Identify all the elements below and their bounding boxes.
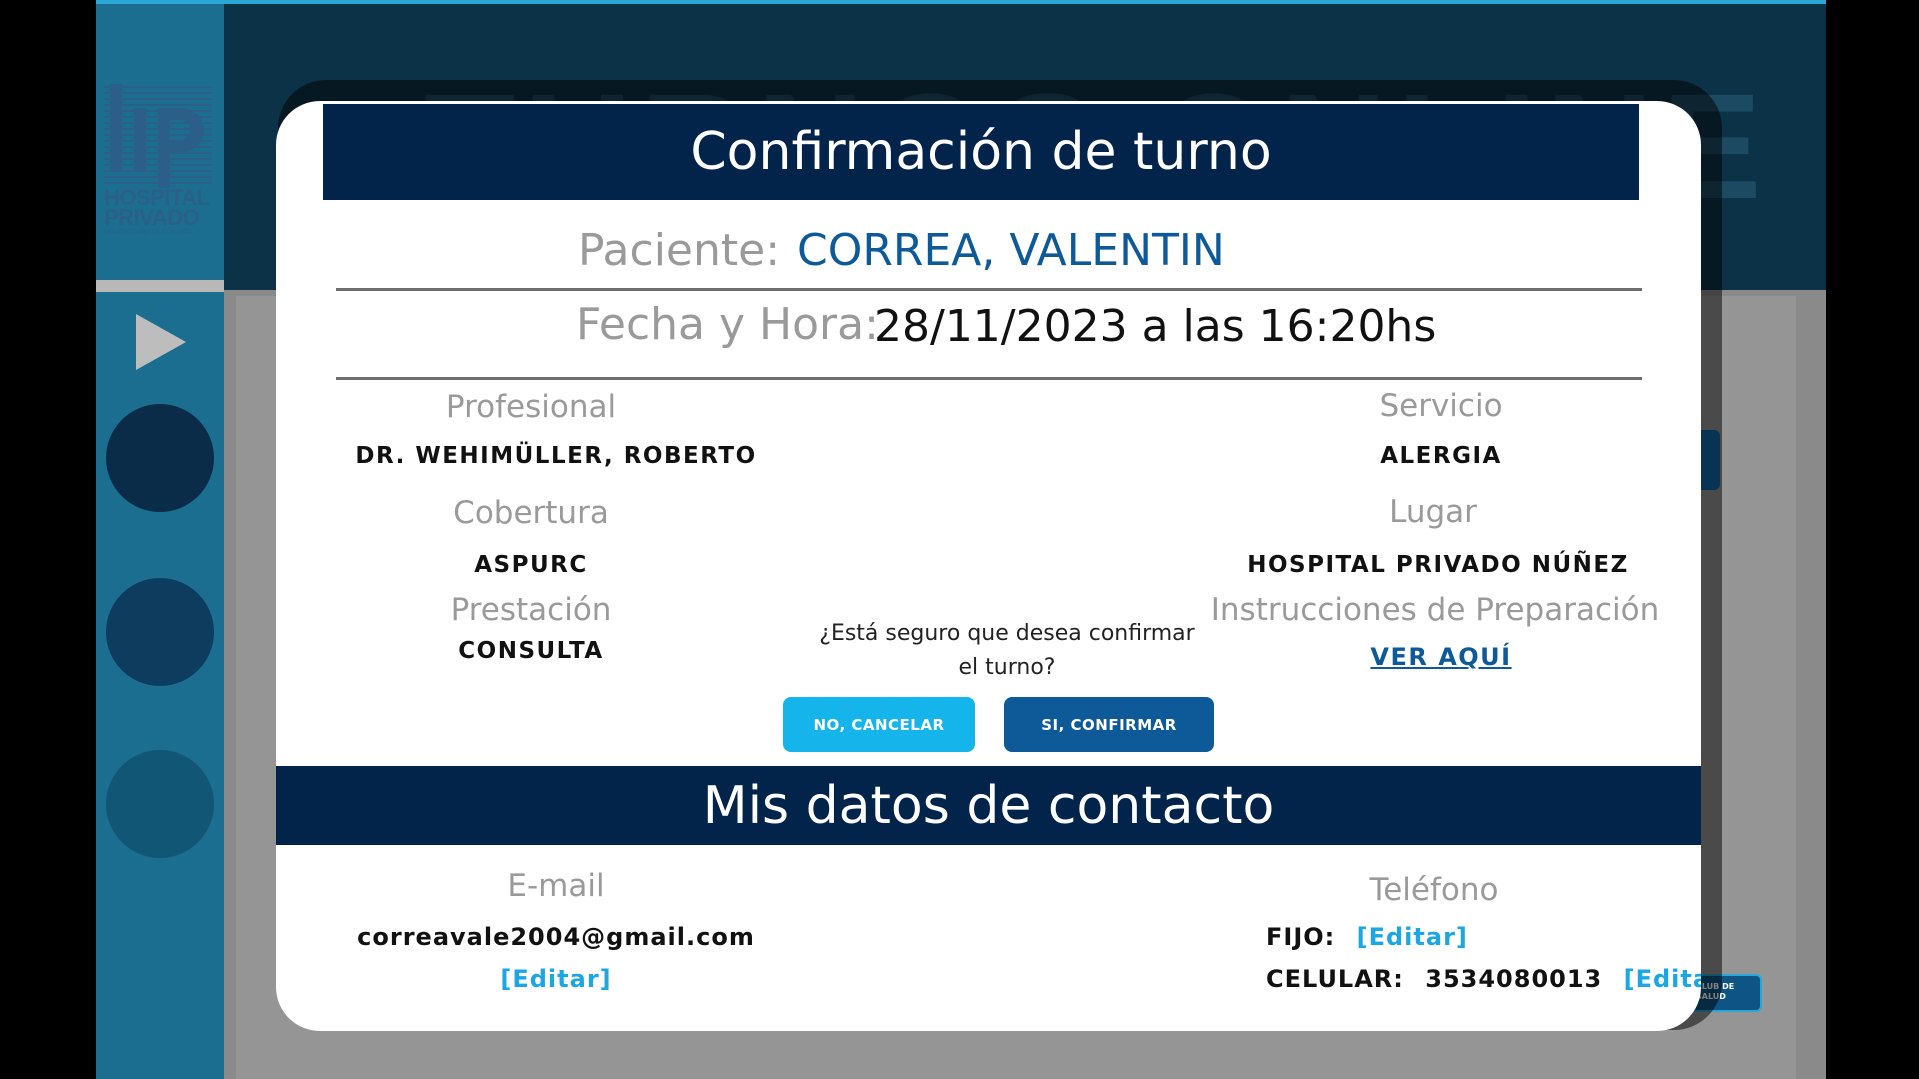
hp-logo-icon	[104, 84, 212, 188]
prestacion-value: CONSULTA	[458, 638, 604, 664]
hospital-logo: HOSPITAL PRIVADO UNIVERSITARIO DE CÓRDOB…	[104, 84, 216, 244]
servicio-value: ALERGIA	[1380, 443, 1502, 469]
divider	[336, 377, 1642, 380]
modal-title: Confirmación de turno	[323, 104, 1639, 200]
datetime-value: 28/11/2023 a las 16:20hs	[874, 301, 1437, 352]
sidebar: HOSPITAL PRIVADO UNIVERSITARIO DE CÓRDOB…	[96, 0, 224, 1079]
divider	[336, 288, 1642, 291]
instrucciones-label: Instrucciones de Preparación	[1210, 592, 1660, 628]
confirm-button[interactable]: SI, CONFIRMAR	[1004, 697, 1214, 752]
edit-celular-link[interactable]: [Editar]	[1624, 965, 1701, 993]
cancel-button[interactable]: NO, CANCELAR	[783, 697, 975, 752]
cobertura-value: ASPURC	[474, 552, 588, 578]
lugar-value: HOSPITAL PRIVADO NÚÑEZ	[1247, 552, 1629, 578]
cobertura-label: Cobertura	[453, 495, 609, 531]
servicio-label: Servicio	[1379, 388, 1503, 424]
profesional-value: DR. WEHIMÜLLER, ROBERTO	[355, 443, 757, 469]
fijo-row: FIJO: [Editar]	[1266, 923, 1468, 951]
celular-label: CELULAR:	[1266, 965, 1404, 993]
edit-email-link[interactable]: [Editar]	[500, 965, 611, 993]
fijo-label: FIJO:	[1266, 923, 1336, 951]
profesional-label: Profesional	[445, 389, 617, 425]
confirmation-modal: Confirmación de turno Paciente: CORREA, …	[276, 101, 1701, 1031]
contact-section-title: Mis datos de contacto	[276, 766, 1701, 845]
edit-fijo-link[interactable]: [Editar]	[1357, 923, 1468, 951]
datetime-label: Fecha y Hora:	[576, 299, 879, 350]
confirm-question: ¿Está seguro que desea confirmar el turn…	[819, 621, 1195, 680]
sidebar-circle-button-2[interactable]	[106, 578, 214, 686]
ver-aqui-link[interactable]: VER AQUÍ	[1370, 643, 1511, 671]
phone-label: Teléfono	[1369, 872, 1499, 908]
patient-label: Paciente:	[578, 225, 781, 276]
celular-value: 3534080013	[1425, 965, 1603, 993]
patient-name: CORREA, VALENTIN	[797, 225, 1225, 276]
email-label: E-mail	[507, 868, 605, 904]
sidebar-separator	[96, 280, 224, 292]
prestacion-label: Prestación	[450, 592, 612, 628]
celular-row: CELULAR: 3534080013 [Editar]	[1266, 965, 1701, 993]
sidebar-circle-button-1[interactable]	[106, 404, 214, 512]
lugar-label: Lugar	[1389, 494, 1477, 530]
play-icon[interactable]	[134, 312, 188, 372]
email-value: correavale2004@gmail.com	[357, 923, 755, 951]
sidebar-circle-button-3[interactable]	[106, 750, 214, 858]
